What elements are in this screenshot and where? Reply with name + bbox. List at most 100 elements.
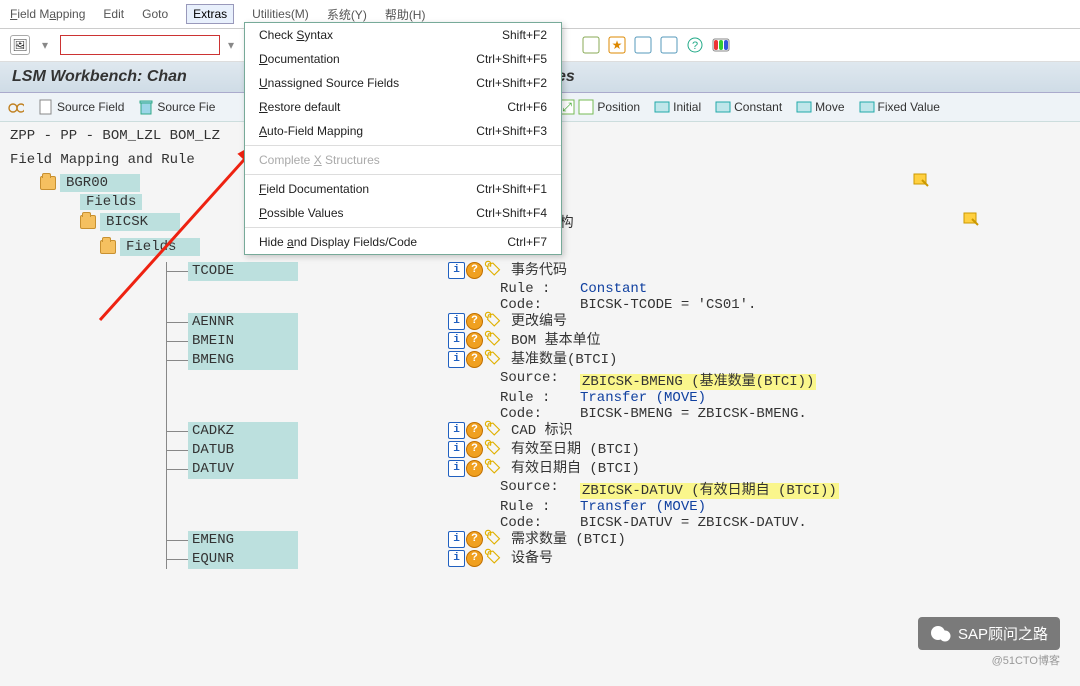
info-icon[interactable]: i [448,422,465,439]
menu-item[interactable]: Unassigned Source FieldsCtrl+Shift+F2 [245,71,561,95]
field-row[interactable]: EMENGi?🏷需求数量 (BTCI) [148,531,1070,550]
command-input[interactable] [60,35,220,55]
source-field-delete-button[interactable]: Source Fie [138,99,215,115]
menu-extras[interactable]: Extras [186,4,234,24]
menu-item[interactable]: Check SyntaxShift+F2 [245,23,561,47]
help-icon[interactable]: ? [466,422,483,439]
info-icon[interactable]: i [448,531,465,548]
svg-text:⤢: ⤢ [562,100,573,114]
field-name: AENNR [188,313,298,332]
field-row[interactable]: DATUB i?🏷 有效至日期 (BTCI) [148,441,1070,460]
source-field-button[interactable]: Source Field [38,99,124,115]
help-icon[interactable]: ? [466,460,483,477]
tree-node-bicsk[interactable]: BICSK BOM 表头数据的批输入结构 [80,212,1070,232]
help-icon[interactable]: ? [466,313,483,330]
field-name: DATUV [188,460,298,479]
watermark: SAP顾问之路 @51CTO博客 [918,617,1060,668]
tag-icon[interactable]: 🏷 [484,550,501,567]
info-icon[interactable]: i [448,313,465,330]
fixed-value-button[interactable]: Fixed Value [859,99,940,115]
field-name: CADKZ [188,422,298,441]
page-icon [38,99,54,115]
field-row[interactable]: CADKZi?🏷CAD 标识 [148,422,1070,441]
menu-item[interactable]: DocumentationCtrl+Shift+F5 [245,47,561,71]
field-row[interactable]: DATUVi?🏷有效日期自 (BTCI) [148,460,1070,479]
field-row[interactable]: BMENGi?🏷基准数量(BTCI) [148,351,1070,370]
constant-button[interactable]: Constant [715,99,782,115]
tree-node-fields[interactable]: Fields [80,194,1070,210]
glasses-icon[interactable] [8,99,24,115]
initial-button[interactable]: Initial [654,99,701,115]
field-description: 需求数量 (BTCI) [511,531,626,550]
tag-icon[interactable]: 🏷 [484,313,501,330]
help-icon[interactable]: ? [466,550,483,567]
dropdown-arrow-icon[interactable]: ▾ [38,38,52,52]
field-subrow: Rule :Transfer (MOVE) [500,499,1070,515]
folder-open-icon [40,176,56,190]
help-icon[interactable]: ? [466,262,483,279]
field-description: 有效至日期 (BTCI) [511,441,640,460]
field-description: 设备号 [511,550,553,569]
menu-system[interactable]: 系统(Y) [327,6,367,23]
info-icon[interactable]: i [448,460,465,477]
info-icon[interactable]: i [448,351,465,368]
menu-edit[interactable]: Edit [103,7,124,21]
rule-icon [796,99,812,115]
tag-icon[interactable]: 🏷 [484,460,501,477]
tag-icon[interactable]: 🏷 [484,332,501,349]
field-name: EQUNR [188,550,298,569]
info-icon[interactable]: i [448,332,465,349]
field-row[interactable]: BMEINi?🏷BOM 基本单位 [148,332,1070,351]
menu-help[interactable]: 帮助(H) [385,6,426,23]
menu-goto[interactable]: Goto [142,7,168,21]
move-button[interactable]: Move [796,99,844,115]
toolbar-icon[interactable] [712,36,730,54]
field-subrow: Code:BICSK-BMENG = ZBICSK-BMENG. [500,406,1070,422]
toolbar-icon[interactable]: ★ [608,36,626,54]
tag-icon[interactable]: 🏷 [484,351,501,368]
tag-icon[interactable]: 🏷 [484,441,501,458]
menu-item: Complete X Structures [245,148,561,172]
tag-icon[interactable]: 🏷 [484,422,501,439]
help-icon[interactable]: ? [466,332,483,349]
info-icon[interactable]: i [448,262,465,279]
extras-menu-dropdown: Check SyntaxShift+F2DocumentationCtrl+Sh… [244,22,562,255]
field-row[interactable]: TCODEi?🏷事务代码 [148,262,1070,281]
help-icon[interactable]: ? [466,531,483,548]
folder-open-icon [100,240,116,254]
field-description: BOM 基本单位 [511,332,601,351]
info-icon[interactable]: i [448,441,465,458]
toolbar-icon[interactable] [634,36,652,54]
tag-icon [912,172,930,195]
field-description: 事务代码 [511,262,567,281]
toolbar-icon[interactable] [660,36,678,54]
toolbar-icon[interactable]: ? [686,36,704,54]
folder-open-icon [80,215,96,229]
tag-icon[interactable]: 🏷 [484,262,501,279]
svg-text:★: ★ [612,38,623,52]
dropdown-arrow-icon[interactable]: ▾ [228,38,234,52]
info-icon[interactable]: i [448,550,465,567]
field-row[interactable]: AENNRi?🏷更改编号 [148,313,1070,332]
field-name: DATUB [188,441,298,460]
position-button[interactable]: ⤢ Position [559,99,640,115]
field-subrow: Rule :Transfer (MOVE) [500,390,1070,406]
svg-text:?: ? [692,40,698,52]
trash-icon [138,99,154,115]
field-subrow: Source:ZBICSK-DATUV (有效日期自 (BTCI)) [500,479,1070,499]
field-row[interactable]: EQUNR i?🏷 设备号 [148,550,1070,569]
tag-icon[interactable]: 🏷 [484,531,501,548]
menu-item[interactable]: Field DocumentationCtrl+Shift+F1 [245,177,561,201]
wechat-icon [930,624,952,644]
help-icon[interactable]: ? [466,351,483,368]
menu-item[interactable]: Hide and Display Fields/CodeCtrl+F7 [245,230,561,254]
menu-field-mapping[interactable]: FField Mappingield Mapping [10,7,85,21]
menu-item[interactable]: Restore defaultCtrl+F6 [245,95,561,119]
image-icon[interactable]: 🖼 [10,35,30,55]
toolbar-icon[interactable] [582,36,600,54]
menu-utilities[interactable]: Utilities(M) [252,7,309,21]
menu-item[interactable]: Possible ValuesCtrl+Shift+F4 [245,201,561,225]
menu-item[interactable]: Auto-Field MappingCtrl+Shift+F3 [245,119,561,143]
help-icon[interactable]: ? [466,441,483,458]
field-subrow: Source:ZBICSK-BMENG (基准数量(BTCI)) [500,370,1070,390]
